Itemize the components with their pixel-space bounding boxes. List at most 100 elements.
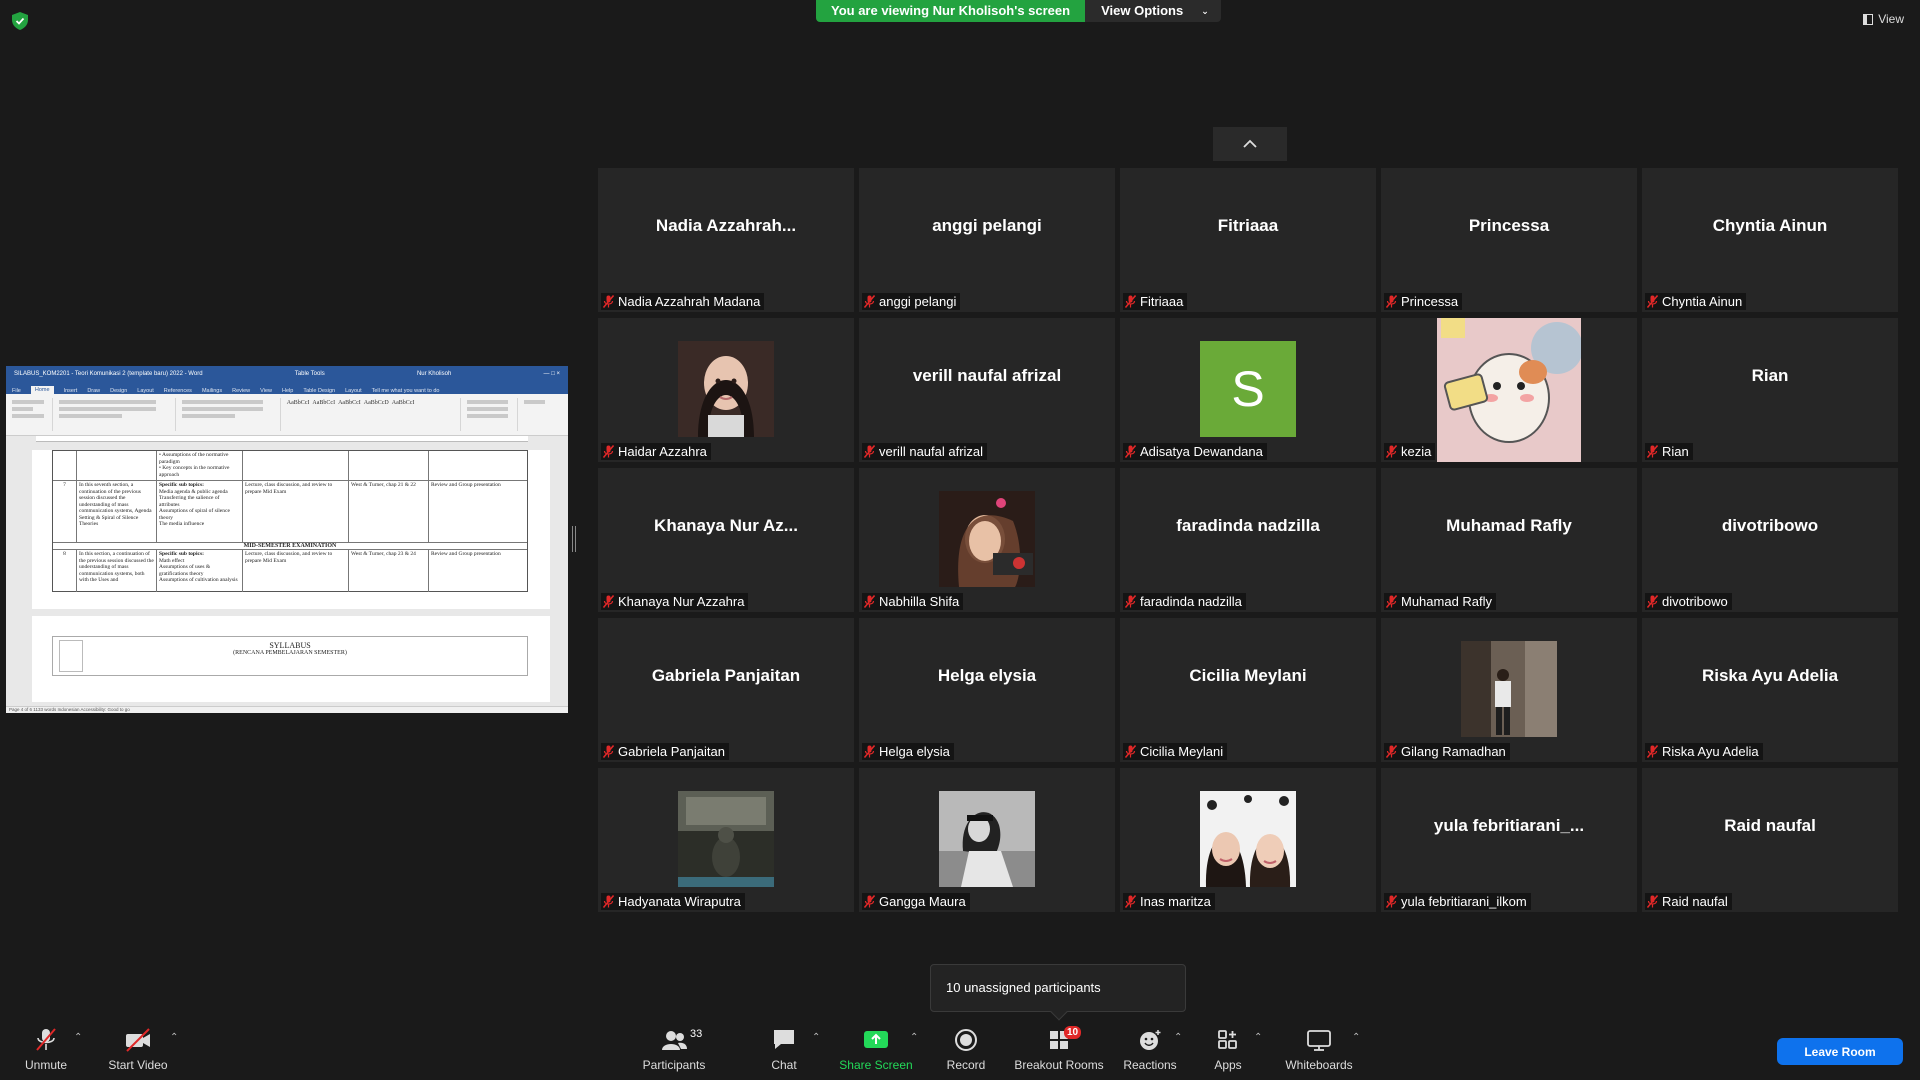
split-view-handle[interactable] <box>572 526 576 552</box>
chat-label: Chat <box>771 1058 797 1072</box>
participant-display-name: Nadia Azzahrah... <box>655 216 797 235</box>
table-cell: Specific sub topics: Math effect Assumpt… <box>157 550 243 592</box>
leave-room-button[interactable]: Leave Room <box>1777 1038 1903 1065</box>
participant-tile[interactable]: Nabhilla Shifa <box>859 468 1115 612</box>
participant-tile[interactable]: kezia <box>1381 318 1637 462</box>
reactions-options-caret[interactable]: ⌃ <box>1174 1032 1182 1043</box>
participant-tile[interactable]: Princessa Princessa <box>1381 168 1637 312</box>
participant-tile[interactable]: Riska Ayu Adelia Riska Ayu Adelia <box>1642 618 1898 762</box>
table-row: 8 In this section, a continuation of the… <box>53 550 527 592</box>
participant-tile[interactable]: Muhamad Rafly Muhamad Rafly <box>1381 468 1637 612</box>
participant-display-name: Cicilia Meylani <box>1189 666 1307 685</box>
participant-name-label: Princessa <box>1384 293 1463 310</box>
word-tab: Table Design <box>303 388 336 394</box>
reactions-button[interactable]: Reactions <box>1122 1020 1178 1080</box>
breakout-rooms-button[interactable]: Breakout Rooms <box>1012 1020 1106 1080</box>
participant-name: Fitriaaa <box>1140 294 1184 309</box>
share-screen-label: Share Screen <box>839 1058 913 1072</box>
participant-tile[interactable]: divotribowo divotribowo <box>1642 468 1898 612</box>
word-tab-active: Home <box>30 386 54 394</box>
word-window-title: SILABUS_KOM2201 - Teori Komunikasi 2 (te… <box>14 371 203 377</box>
audio-options-caret[interactable]: ⌃ <box>74 1032 82 1043</box>
word-tab: Draw <box>87 388 101 394</box>
participant-tile[interactable]: anggi pelangi anggi pelangi <box>859 168 1115 312</box>
apps-button[interactable]: Apps <box>1208 1020 1248 1080</box>
participant-tile[interactable]: verill naufal afrizal verill naufal afriz… <box>859 318 1115 462</box>
participants-label: Participants <box>642 1058 706 1072</box>
share-screen-icon <box>864 1031 888 1048</box>
participant-tile[interactable]: Raid naufal Raid naufal <box>1642 768 1898 912</box>
video-options-caret[interactable]: ⌃ <box>170 1032 178 1043</box>
share-screen-button[interactable]: Share Screen <box>838 1020 914 1080</box>
breakout-rooms-badge: 10 <box>1064 1026 1082 1039</box>
participant-name: Hadyanata Wiraputra <box>618 894 741 909</box>
topics-heading: Specific sub topics: <box>159 551 204 557</box>
whiteboards-button[interactable]: Whiteboards <box>1282 1020 1356 1080</box>
shared-screen-view[interactable]: SILABUS_KOM2201 - Teori Komunikasi 2 (te… <box>6 366 568 713</box>
participant-tile[interactable]: Gabriela Panjaitan Gabriela Panjaitan <box>598 618 854 762</box>
participant-tile[interactable]: yula febritiarani_...yula febritiarani_i… <box>1381 768 1637 912</box>
participant-display-name: Khanaya Nur Az... <box>654 516 798 535</box>
muted-mic-icon <box>864 295 875 308</box>
participant-tile[interactable]: S Adisatya Dewandana <box>1120 318 1376 462</box>
unmute-button[interactable]: Unmute <box>18 1020 74 1080</box>
participant-tile[interactable]: Fitriaaa Fitriaaa <box>1120 168 1376 312</box>
participant-name-label: yula febritiarani_ilkom <box>1384 893 1531 910</box>
chat-options-caret[interactable]: ⌃ <box>812 1032 820 1043</box>
participant-name-label: Chyntia Ainun <box>1645 293 1747 310</box>
participant-name: verill naufal afrizal <box>879 444 984 459</box>
participant-tile[interactable]: Haidar Azzahra <box>598 318 854 462</box>
style-item: AaBbCcI <box>338 400 361 406</box>
leave-room-label: Leave Room <box>1804 1044 1876 1059</box>
chevron-down-icon: ⌄ <box>1201 6 1209 16</box>
start-video-button[interactable]: Start Video <box>104 1020 172 1080</box>
word-tab: Layout <box>345 388 362 394</box>
chevron-up-icon <box>1243 139 1257 148</box>
word-status-bar: Page 4 of 6 1133 words Indonesian Access… <box>6 706 568 713</box>
view-button[interactable]: View <box>1863 12 1904 26</box>
view-options-button[interactable]: View Options ⌄ <box>1085 0 1221 22</box>
participant-tile[interactable]: Cicilia Meylani Cicilia Meylani <box>1120 618 1376 762</box>
participant-tile[interactable]: Gilang Ramadhan <box>1381 618 1637 762</box>
share-options-caret[interactable]: ⌃ <box>910 1032 918 1043</box>
word-tab: File <box>12 388 21 394</box>
screen-share-banner: You are viewing Nur Kholisoh's screen Vi… <box>816 0 1221 22</box>
participant-tile[interactable]: Gangga Maura <box>859 768 1115 912</box>
breakout-rooms-label: Breakout Rooms <box>1014 1058 1104 1072</box>
whiteboards-options-caret[interactable]: ⌃ <box>1352 1032 1360 1043</box>
participant-photo <box>678 791 774 887</box>
participant-name: Raid naufal <box>1662 894 1728 909</box>
apps-options-caret[interactable]: ⌃ <box>1254 1032 1262 1043</box>
participant-tile[interactable]: Chyntia Ainun Chyntia Ainun <box>1642 168 1898 312</box>
participant-display-name: Chyntia Ainun <box>1712 216 1828 235</box>
muted-mic-icon <box>603 745 614 758</box>
style-item: AaBbCcD <box>363 400 389 406</box>
record-button[interactable]: Record <box>944 1020 988 1080</box>
participant-display-name: Muhamad Rafly <box>1446 516 1572 535</box>
muted-mic-icon <box>1386 445 1397 458</box>
reactions-label: Reactions <box>1123 1058 1177 1072</box>
participant-tile[interactable]: Helga elysia Helga elysia <box>859 618 1115 762</box>
participant-name: Inas maritza <box>1140 894 1211 909</box>
gallery-page-up-button[interactable] <box>1213 127 1287 161</box>
participant-name-label: Fitriaaa <box>1123 293 1188 310</box>
participant-tile[interactable]: Nadia Azzahrah... Nadia Azzahrah Madana <box>598 168 854 312</box>
record-label: Record <box>946 1058 986 1072</box>
word-styles-gallery: AaBbCcI AaBbCcI AaBbCcI AaBbCcD AaBbCcI <box>287 400 459 406</box>
table-cell: West & Turner, chap 23 & 24 <box>349 550 429 592</box>
word-table-tools: Table Tools <box>294 371 325 377</box>
muted-mic-icon <box>1125 745 1136 758</box>
participant-tile[interactable]: Hadyanata Wiraputra <box>598 768 854 912</box>
unassigned-participants-popup[interactable]: 10 unassigned participants <box>930 964 1186 1021</box>
chat-button[interactable]: Chat <box>764 1020 804 1080</box>
apps-icon <box>1218 1030 1237 1049</box>
participant-tile[interactable]: Inas maritza <box>1120 768 1376 912</box>
participant-tile[interactable]: Khanaya Nur Az... Khanaya Nur Azzahra <box>598 468 854 612</box>
security-shield-icon[interactable] <box>12 12 28 30</box>
participant-display-name: yula febritiarani_... <box>1433 816 1585 835</box>
participant-name: Chyntia Ainun <box>1662 294 1743 309</box>
participant-name-label: Muhamad Rafly <box>1384 593 1497 610</box>
participant-name: Nabhilla Shifa <box>879 594 960 609</box>
participant-tile[interactable]: faradinda nadzilla faradinda nadzilla <box>1120 468 1376 612</box>
participant-tile[interactable]: Rian Rian <box>1642 318 1898 462</box>
